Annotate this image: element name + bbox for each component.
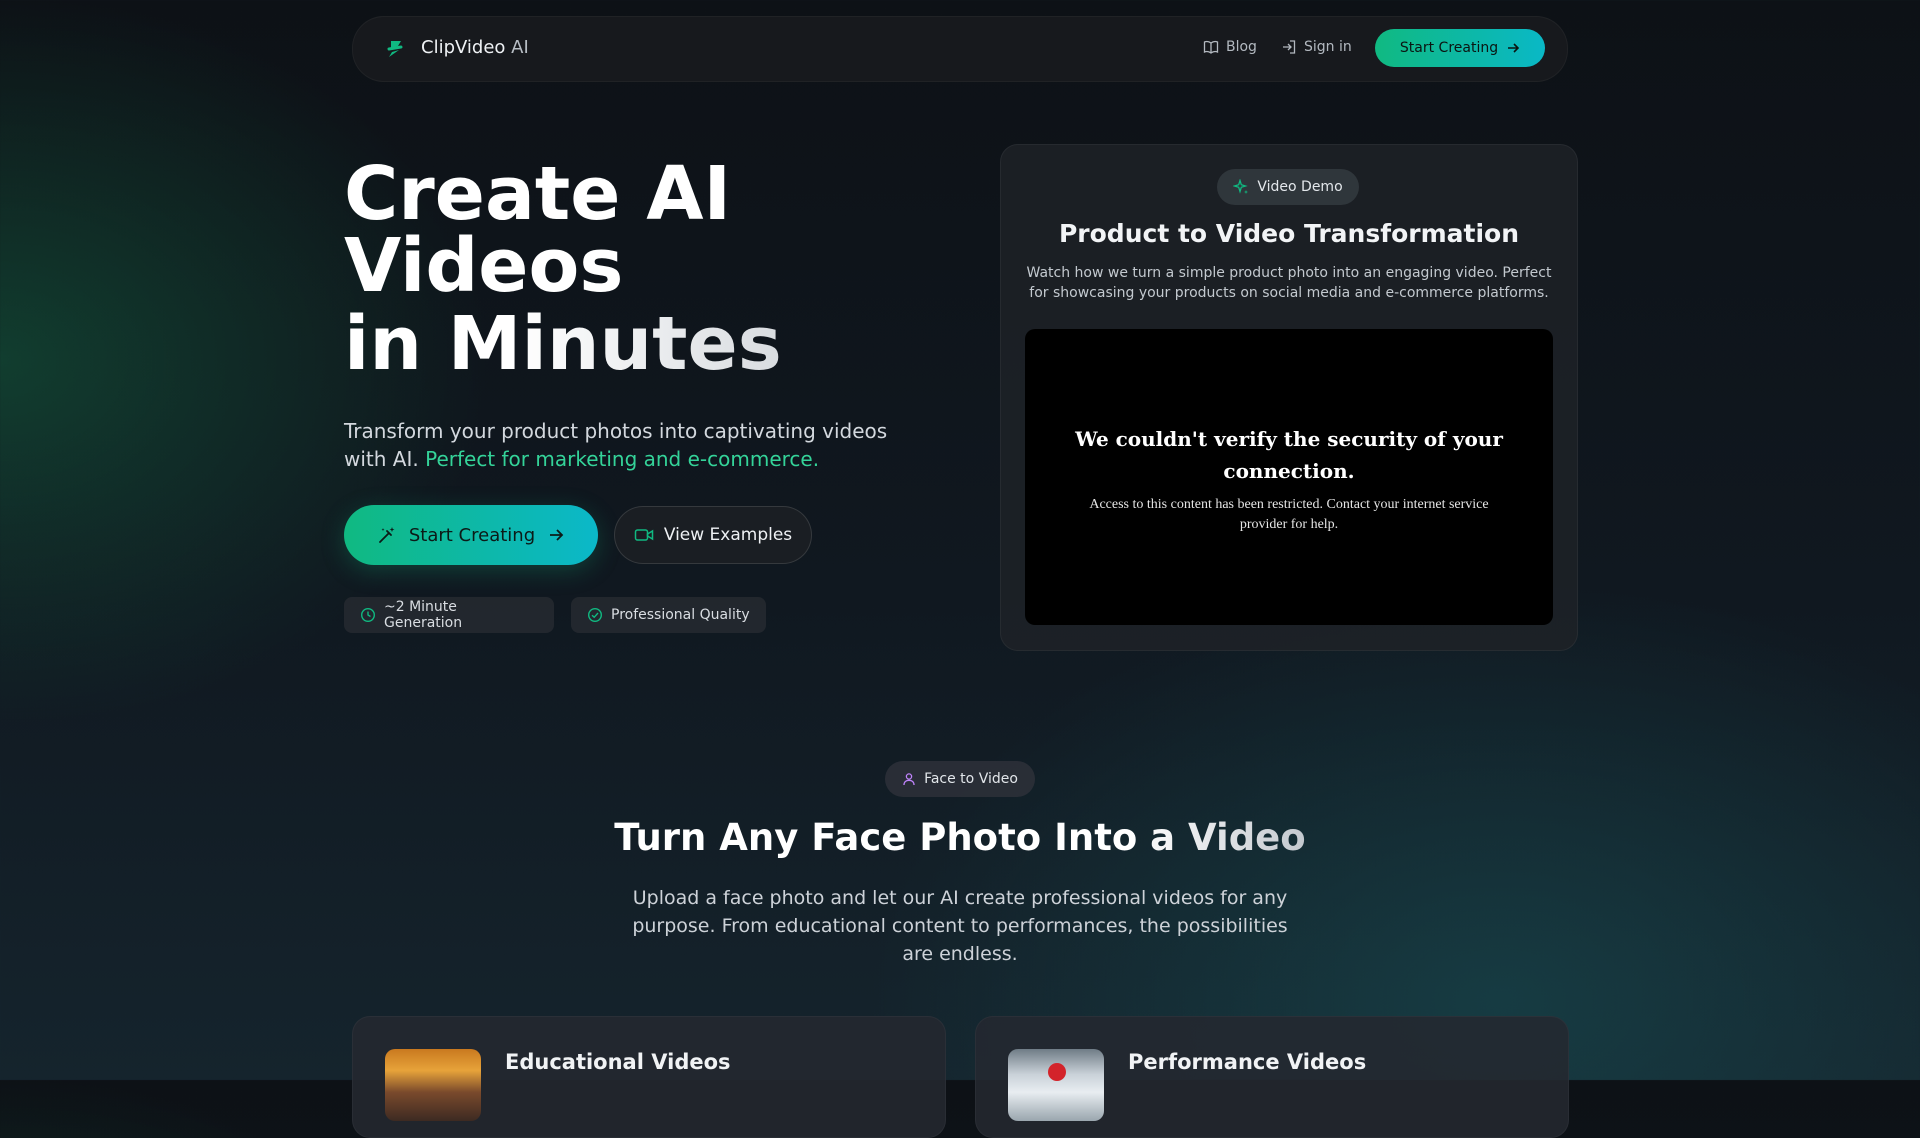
- logo-icon[interactable]: [383, 37, 407, 61]
- sparkles-icon: [1233, 179, 1249, 195]
- educational-videos-thumbnail: [385, 1049, 481, 1121]
- face-section-title-text: Turn Any Face Photo Into a Video: [614, 816, 1306, 859]
- video-error-message: Access to this content has been restrict…: [1089, 497, 1489, 532]
- magic-wand-icon: [377, 525, 397, 545]
- hero-start-creating-label: Start Creating: [408, 524, 536, 546]
- brand-suffix: AI: [511, 37, 529, 58]
- arrow-right-icon: [1506, 41, 1520, 55]
- professional-quality-label: Professional Quality: [611, 607, 750, 623]
- book-icon: [1203, 39, 1219, 55]
- brand-text: ClipVideo: [421, 37, 506, 58]
- user-icon: [902, 772, 916, 786]
- video-camera-icon: [634, 527, 654, 543]
- performance-videos-card[interactable]: Performance Videos: [975, 1016, 1569, 1138]
- view-examples-button[interactable]: View Examples: [614, 506, 812, 564]
- nav-sign-in-label: Sign in: [1304, 39, 1352, 55]
- video-error-title: We couldn't verify the security of your …: [1075, 427, 1503, 483]
- face-section-description: Upload a face photo and let our AI creat…: [632, 887, 1288, 965]
- check-circle-icon: [587, 607, 603, 623]
- clock-icon: [360, 607, 376, 623]
- hero-subtitle: Transform your product photos into capti…: [344, 417, 924, 473]
- demo-video-player[interactable]: We couldn't verify the security of your …: [1025, 329, 1553, 625]
- face-to-video-badge-label: Face to Video: [924, 771, 1018, 787]
- face-section-title: Turn Any Face Photo Into a Video: [0, 816, 1920, 859]
- hero-title-line3: in Minutes: [344, 307, 904, 381]
- hero-title: Create AI Videos in Minutes: [344, 157, 904, 381]
- performance-videos-title: Performance Videos: [1128, 1050, 1367, 1074]
- educational-videos-card[interactable]: Educational Videos: [352, 1016, 946, 1138]
- thumbnail-figure: [1048, 1063, 1066, 1081]
- top-nav: ClipVideo AI Blog Sign in Start Creating: [352, 16, 1568, 82]
- hero-title-line2: Videos: [344, 223, 624, 309]
- arrow-right-icon: [547, 526, 565, 544]
- generation-time-pill: ~2 Minute Generation: [344, 597, 554, 633]
- demo-title: Product to Video Transformation: [1058, 219, 1519, 248]
- nav-sign-in-link[interactable]: Sign in: [1281, 39, 1352, 55]
- professional-quality-pill: Professional Quality: [571, 597, 766, 633]
- performance-videos-thumbnail: [1008, 1049, 1104, 1121]
- video-demo-card: Video Demo Product to Video Transformati…: [1000, 144, 1578, 651]
- generation-time-label: ~2 Minute Generation: [384, 599, 463, 631]
- hero-subtitle-highlight: Perfect for marketing and e-commerce.: [425, 447, 820, 471]
- brand-name[interactable]: ClipVideo AI: [421, 37, 529, 58]
- nav-blog-label: Blog: [1226, 39, 1257, 55]
- video-demo-badge: Video Demo: [1217, 169, 1359, 205]
- hero-start-creating-button[interactable]: Start Creating: [344, 505, 598, 565]
- demo-description: Watch how we turn a simple product photo…: [1026, 265, 1552, 301]
- sign-in-icon: [1281, 39, 1297, 55]
- face-to-video-badge: Face to Video: [885, 761, 1035, 797]
- nav-cta-label: Start Creating: [1399, 40, 1499, 56]
- view-examples-label: View Examples: [663, 525, 793, 545]
- nav-start-creating-button[interactable]: Start Creating: [1375, 29, 1545, 67]
- nav-blog-link[interactable]: Blog: [1203, 39, 1257, 55]
- educational-videos-title: Educational Videos: [505, 1050, 731, 1074]
- video-demo-badge-label: Video Demo: [1257, 179, 1343, 195]
